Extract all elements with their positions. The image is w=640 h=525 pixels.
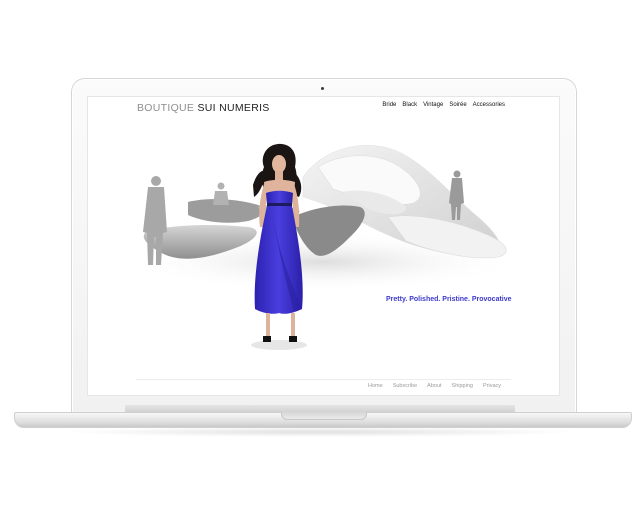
footer-link-subscribe[interactable]: Subscribe (393, 383, 417, 389)
logo-part-2: SUI NUMERIS (197, 102, 270, 114)
main-nav: Bride Black Vintage Soirée Accessories (382, 102, 505, 108)
footer-divider (136, 379, 511, 380)
nav-item-bride[interactable]: Bride (382, 102, 396, 108)
camera-icon (321, 87, 324, 90)
nav-item-black[interactable]: Black (402, 102, 417, 108)
site-logo[interactable]: BOUTIQUE SUI NUMERIS (137, 102, 270, 114)
logo-part-1: BOUTIQUE (137, 102, 195, 114)
footer-link-privacy[interactable]: Privacy (483, 383, 501, 389)
laptop-shadow (60, 427, 580, 437)
nav-item-soiree[interactable]: Soirée (449, 102, 466, 108)
model-figure (251, 143, 307, 350)
footer-link-home[interactable]: Home (368, 383, 383, 389)
hero-image (123, 143, 523, 350)
silhouette-person-middle (213, 182, 229, 205)
site-tagline: Pretty. Polished. Pristine. Provocative (386, 296, 512, 303)
nav-item-accessories[interactable]: Accessories (473, 102, 505, 108)
laptop-screen: BOUTIQUE SUI NUMERIS Bride Black Vintage… (87, 96, 560, 396)
footer-link-about[interactable]: About (427, 383, 441, 389)
footer-nav: Home Subscribe About Shipping Privacy (368, 383, 501, 389)
footer-link-shipping[interactable]: Shipping (452, 383, 473, 389)
laptop-notch (281, 412, 367, 420)
nav-item-vintage[interactable]: Vintage (423, 102, 443, 108)
